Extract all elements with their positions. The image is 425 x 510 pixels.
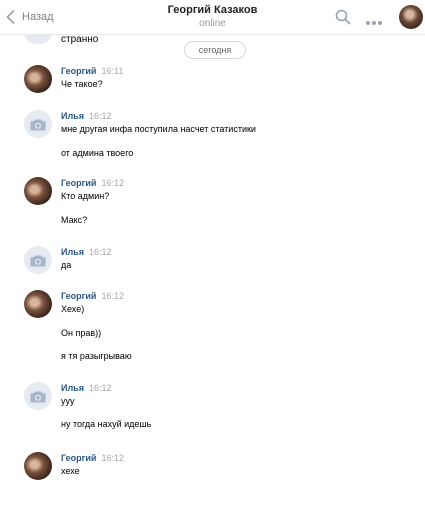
message-author[interactable]: Илья <box>61 247 84 257</box>
message-time[interactable]: 16:12 <box>101 453 124 463</box>
message-meta: Георгий 16:12 <box>61 290 124 302</box>
message-time[interactable]: 16:12 <box>89 247 112 257</box>
message-text: хехе <box>61 466 80 476</box>
camera-icon <box>30 255 46 266</box>
camera-icon <box>30 119 46 130</box>
chat-title-block: Георгий Казаков online <box>0 4 425 30</box>
avatar[interactable] <box>24 452 52 480</box>
message-author[interactable]: Георгий <box>61 66 96 76</box>
message-meta: Илья 16:12 <box>61 246 112 258</box>
message-text: ууу <box>61 396 75 406</box>
message-author[interactable]: Илья <box>61 383 84 393</box>
date-divider: сегодня <box>184 41 246 59</box>
chat-header: Назад Георгий Казаков online <box>0 0 425 35</box>
message-meta: Илья 16:12 <box>61 382 112 394</box>
message-text: да <box>61 260 72 270</box>
message-feed: странно сегодня Георгий 16:11 Че такое? Иль… <box>0 22 425 510</box>
message-author[interactable]: Илья <box>61 111 84 121</box>
message-time[interactable]: 16:12 <box>89 383 112 393</box>
avatar-placeholder[interactable] <box>24 246 52 274</box>
message-author[interactable]: Георгий <box>61 178 96 188</box>
more-button[interactable] <box>365 13 383 25</box>
message-meta: Илья 16:12 <box>61 110 112 122</box>
message-text: я тя разыгрываю <box>61 351 132 361</box>
message-author[interactable]: Георгий <box>61 291 96 301</box>
message-meta: Георгий 16:11 <box>61 65 123 77</box>
avatar[interactable] <box>24 177 52 205</box>
search-button[interactable] <box>335 9 351 25</box>
chat-title[interactable]: Георгий Казаков <box>0 4 425 17</box>
message-time[interactable]: 16:12 <box>101 291 124 301</box>
header-avatar[interactable] <box>399 5 423 29</box>
online-status: online <box>199 18 226 29</box>
message-time[interactable]: 16:11 <box>101 66 123 76</box>
camera-icon <box>30 391 46 402</box>
message-text: мне другая инфа поступила насчет статист… <box>61 124 256 134</box>
message-meta: Георгий 16:12 <box>61 452 124 464</box>
message-text: Кто админ? <box>61 191 110 201</box>
message-text: ну тогда нахуй идешь <box>61 419 152 429</box>
avatar[interactable] <box>24 65 52 93</box>
message-time[interactable]: 16:12 <box>89 111 112 121</box>
message-time[interactable]: 16:12 <box>101 178 124 188</box>
avatar[interactable] <box>24 290 52 318</box>
message-text: от админа твоего <box>61 148 134 158</box>
previous-message-text: странно <box>61 34 99 45</box>
message-author[interactable]: Георгий <box>61 453 96 463</box>
avatar-placeholder[interactable] <box>24 382 52 410</box>
message-meta: Георгий 16:12 <box>61 177 124 189</box>
message-text: Макс? <box>61 215 88 225</box>
avatar-placeholder[interactable] <box>24 110 52 138</box>
message-text: Че такое? <box>61 79 103 89</box>
search-icon <box>335 9 351 25</box>
message-text: Хехе) <box>61 304 85 314</box>
more-dots-icon <box>366 21 382 25</box>
message-text: Он прав)) <box>61 328 102 338</box>
